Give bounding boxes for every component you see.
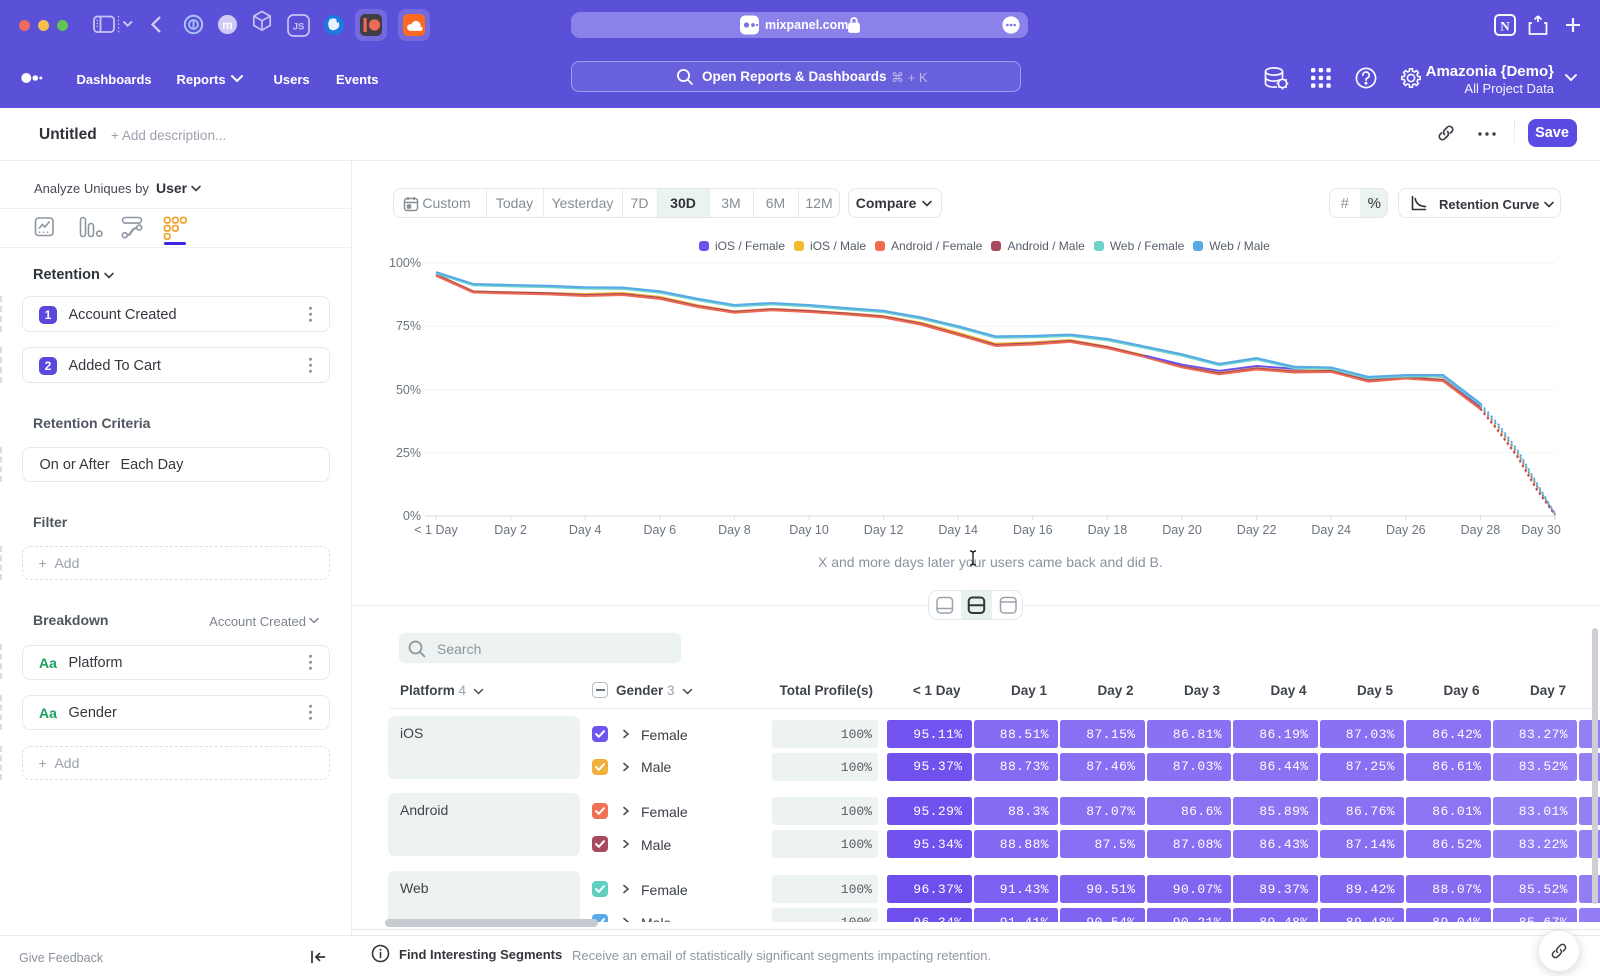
svg-text:JS: JS	[293, 22, 305, 33]
svg-text:m: m	[222, 18, 233, 32]
svg-text:N: N	[1500, 19, 1510, 34]
